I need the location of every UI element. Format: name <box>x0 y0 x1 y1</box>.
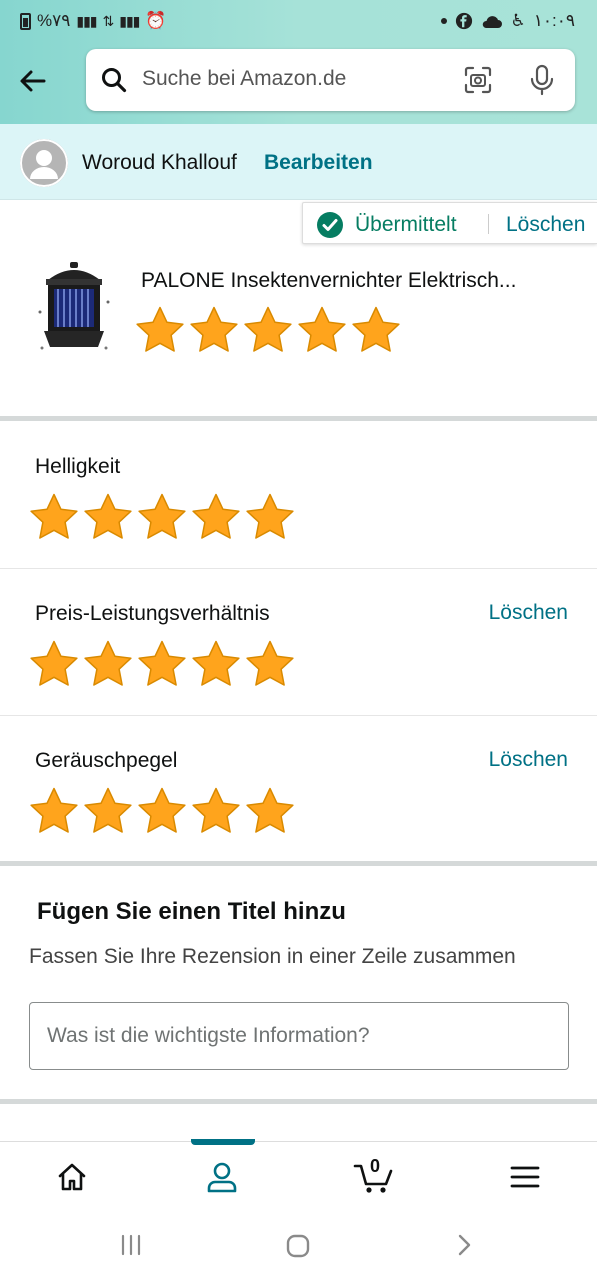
preis-leistung-star-rating[interactable] <box>29 639 295 687</box>
alarm-icon: ⏰ <box>145 11 167 30</box>
facebook-icon <box>455 12 472 30</box>
search-icon <box>102 68 127 93</box>
star-icon[interactable] <box>191 492 241 540</box>
user-bar: Woroud Khallouf Bearbeiten <box>0 124 597 200</box>
product-star-rating[interactable] <box>135 305 401 353</box>
helligkeit-star-rating[interactable] <box>29 492 295 540</box>
star-icon[interactable] <box>83 639 133 687</box>
search-input[interactable]: Suche bei Amazon.de <box>142 67 346 91</box>
status-bar: %٧٩ ▮▮▮ ⇅ ▮▮▮ ⏰ ♿ ١٠:٠٩ <box>0 0 597 44</box>
home-icon[interactable] <box>55 1160 89 1194</box>
battery-percent: %٧٩ <box>37 11 71 30</box>
star-icon[interactable] <box>245 639 295 687</box>
bottom-nav <box>0 1139 597 1211</box>
star-icon[interactable] <box>245 786 295 834</box>
star-icon[interactable] <box>137 639 187 687</box>
signal-icon-2: ▮▮▮ <box>119 12 140 29</box>
clock-text: ١٠:٠٩ <box>533 11 575 30</box>
star-icon[interactable] <box>29 492 79 540</box>
star-icon[interactable] <box>135 305 185 353</box>
edit-profile-link[interactable]: Bearbeiten <box>264 151 373 175</box>
menu-icon[interactable] <box>508 1160 542 1194</box>
forward-chevron-icon[interactable] <box>454 1233 474 1257</box>
back-arrow-icon[interactable] <box>14 64 50 100</box>
cloud-icon <box>482 16 502 28</box>
status-left: %٧٩ ▮▮▮ ⇅ ▮▮▮ ⏰ <box>20 11 167 31</box>
geraeuschpegel-star-rating[interactable] <box>29 786 295 834</box>
row-divider <box>0 568 597 569</box>
microphone-icon[interactable] <box>529 64 555 96</box>
delete-review-link[interactable]: Löschen <box>506 213 585 237</box>
active-tab-indicator <box>191 1139 255 1145</box>
review-title-input[interactable] <box>29 1002 569 1070</box>
accessibility-icon: ♿ <box>510 11 526 30</box>
divider <box>488 214 489 234</box>
product-image <box>38 262 110 350</box>
user-name: Woroud Khallouf <box>82 151 237 174</box>
submission-status-bar: Übermittelt Löschen <box>302 202 597 244</box>
network-4g-icon: ⇅ <box>102 12 115 29</box>
row-divider <box>0 715 597 716</box>
signal-icon: ▮▮▮ <box>76 12 97 29</box>
star-icon[interactable] <box>83 786 133 834</box>
star-icon[interactable] <box>189 305 239 353</box>
star-icon[interactable] <box>191 786 241 834</box>
cart-count: 0 <box>370 1156 381 1176</box>
notification-dot-icon <box>440 18 447 24</box>
submitted-status-text: Übermittelt <box>355 213 457 236</box>
home-button-icon[interactable] <box>285 1233 311 1259</box>
product-title: PALONE Insektenvernichter Elektrisch... <box>141 269 517 292</box>
star-icon[interactable] <box>191 639 241 687</box>
recent-apps-icon[interactable] <box>119 1233 143 1257</box>
star-icon[interactable] <box>297 305 347 353</box>
rating-label-preis-leistung: Preis-Leistungsverhältnis <box>35 602 270 625</box>
star-icon[interactable] <box>29 786 79 834</box>
camera-scan-icon[interactable] <box>463 65 493 95</box>
account-icon[interactable] <box>205 1160 239 1194</box>
title-section-heading: Fügen Sie einen Titel hinzu <box>37 898 346 925</box>
star-icon[interactable] <box>243 305 293 353</box>
star-icon[interactable] <box>137 492 187 540</box>
search-bar[interactable]: Suche bei Amazon.de <box>86 49 575 111</box>
delete-rating-preis-leistung[interactable]: Löschen <box>489 601 568 625</box>
section-divider <box>0 1099 597 1104</box>
star-icon[interactable] <box>29 639 79 687</box>
star-icon[interactable] <box>83 492 133 540</box>
star-icon[interactable] <box>137 786 187 834</box>
section-divider <box>0 861 597 866</box>
checkmark-icon <box>317 212 343 238</box>
rating-label-helligkeit: Helligkeit <box>35 455 121 478</box>
battery-icon <box>20 12 31 30</box>
system-nav-bar <box>0 1211 597 1280</box>
avatar-person-icon <box>20 139 68 187</box>
delete-rating-geraeuschpegel[interactable]: Löschen <box>489 748 568 772</box>
title-section-subheading: Fassen Sie Ihre Rezension in einer Zeile… <box>29 945 516 968</box>
star-icon[interactable] <box>351 305 401 353</box>
status-right: ♿ ١٠:٠٩ <box>440 11 575 31</box>
avatar <box>20 139 68 187</box>
rating-label-geraeuschpegel: Geräuschpegel <box>35 749 178 772</box>
header: %٧٩ ▮▮▮ ⇅ ▮▮▮ ⏰ ♿ ١٠:٠٩ Suche bei Amazon… <box>0 0 597 124</box>
section-divider <box>0 416 597 421</box>
star-icon[interactable] <box>245 492 295 540</box>
